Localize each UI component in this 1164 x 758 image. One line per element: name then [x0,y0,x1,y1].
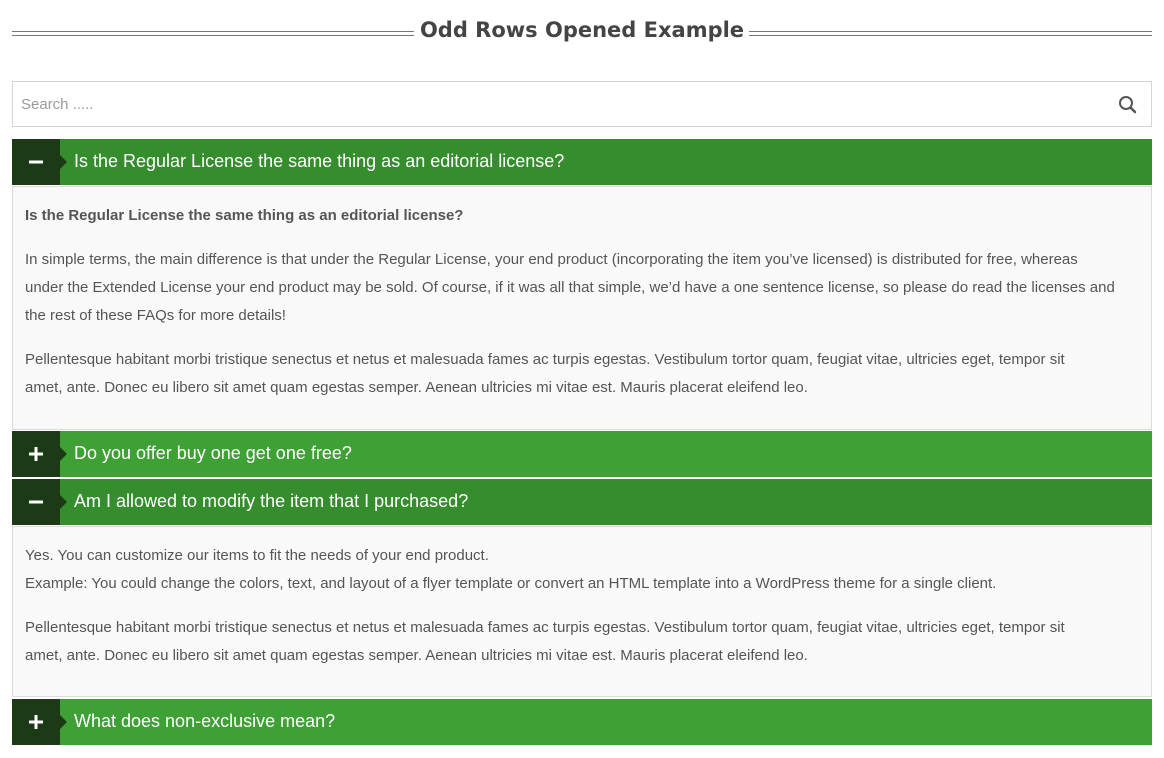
content-heading: Is the Regular License the same thing as… [25,207,464,224]
plus-icon [29,447,43,461]
content-text: under the Extended License your end prod… [25,279,1115,296]
accordion-toggle[interactable] [12,479,67,525]
accordion-item-content: Yes. You can customize our items to fit … [12,526,1152,697]
content-text: amet, ante. Donec eu libero sit amet qua… [25,647,808,664]
accordion-item-content: Is the Regular License the same thing as… [12,186,1152,430]
accordion-item-title: Is the Regular License the same thing as… [74,151,565,171]
title-divider-right [749,31,1152,36]
accordion-toggle[interactable] [12,699,67,745]
accordion-toggle[interactable] [12,431,67,477]
search-icon[interactable] [1117,94,1139,116]
minus-icon [29,500,43,504]
accordion-toggle[interactable] [12,139,67,185]
search-box [12,81,1152,127]
content-text: Example: You could change the colors, te… [25,575,997,592]
page-title: Odd Rows Opened Example [419,18,745,42]
content-text: Pellentesque habitant morbi tristique se… [25,619,1065,636]
content-text: amet, ante. Donec eu libero sit amet qua… [25,379,808,396]
content-text: Pellentesque habitant morbi tristique se… [25,351,1065,368]
content-text: Yes. You can customize our items to fit … [25,547,489,564]
search-input[interactable] [13,82,1103,126]
accordion-item-header[interactable]: Is the Regular License the same thing as… [12,139,1152,185]
plus-icon [29,715,43,729]
accordion-item-title: Am I allowed to modify the item that I p… [74,491,469,511]
accordion-item-header[interactable]: What does non-exclusive mean? [12,699,1152,745]
minus-icon [29,160,43,164]
accordion-item-title: What does non-exclusive mean? [74,711,336,731]
page-title-block: Odd Rows Opened Example [12,16,1152,50]
accordion-item-header[interactable]: Do you offer buy one get one free? [12,431,1152,477]
content-text: In simple terms, the main difference is … [25,251,1078,268]
content-text: the rest of these FAQs for more details! [25,307,286,324]
accordion-item-title: Do you offer buy one get one free? [74,443,352,463]
accordion-item-header[interactable]: Am I allowed to modify the item that I p… [12,479,1152,525]
